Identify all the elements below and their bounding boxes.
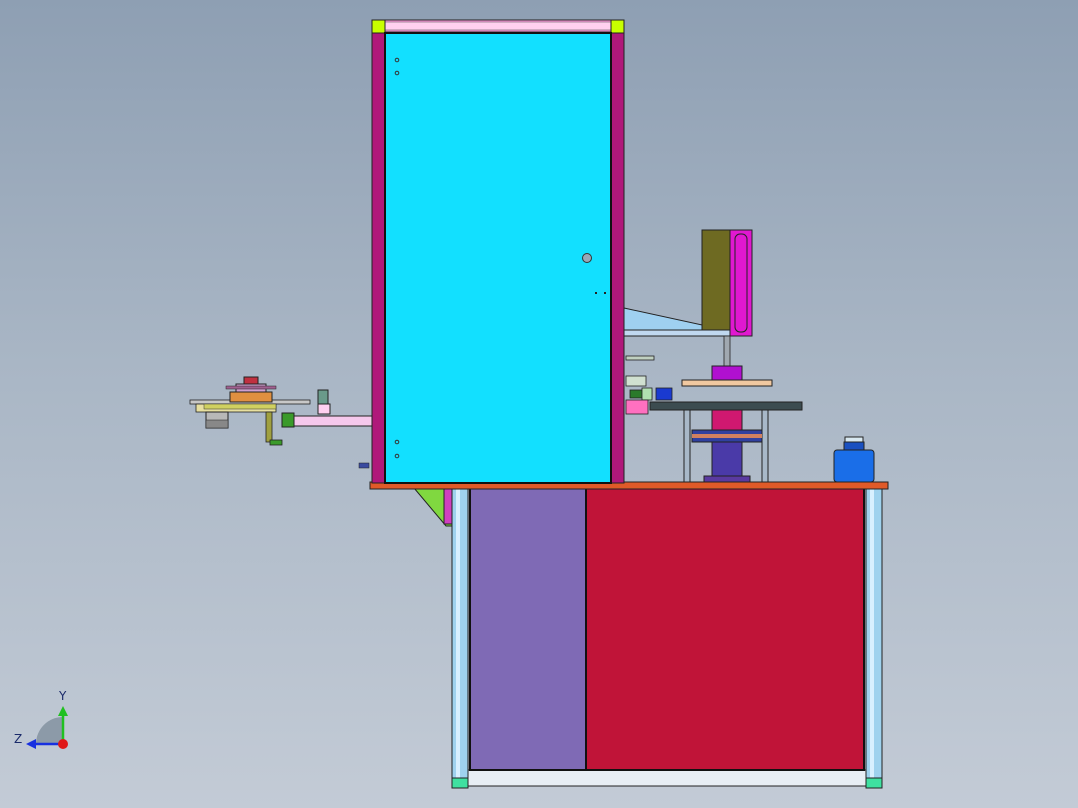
arm-beam bbox=[291, 415, 373, 427]
x-axis-dot bbox=[58, 739, 68, 749]
cabinet-left-post bbox=[371, 32, 386, 484]
left-foot bbox=[451, 777, 469, 789]
axis-triad[interactable]: Y Z bbox=[14, 689, 68, 749]
tall-cabinet bbox=[358, 19, 625, 484]
blue-tank bbox=[833, 436, 875, 483]
bottom-rail bbox=[467, 769, 867, 787]
turntable-plate bbox=[649, 401, 803, 411]
door-right-red[interactable] bbox=[585, 487, 865, 771]
y-axis-label: Y bbox=[58, 689, 67, 703]
right-rotary-assembly bbox=[623, 229, 803, 483]
cad-viewport[interactable]: Y Z bbox=[0, 0, 1078, 808]
olive-actuator bbox=[701, 229, 733, 331]
right-foot bbox=[865, 777, 883, 789]
cabinet-right-post bbox=[610, 32, 625, 484]
cabinet-door-knob[interactable] bbox=[582, 253, 592, 263]
left-spindle-assembly bbox=[189, 376, 373, 446]
z-axis-label: Z bbox=[14, 732, 22, 746]
magenta-actuator bbox=[729, 229, 753, 337]
corner-block-left bbox=[371, 19, 386, 34]
base-frame bbox=[412, 487, 883, 789]
cabinet-panel[interactable] bbox=[384, 32, 612, 484]
corner-block-right bbox=[610, 19, 625, 34]
door-left-purple[interactable] bbox=[469, 487, 587, 771]
